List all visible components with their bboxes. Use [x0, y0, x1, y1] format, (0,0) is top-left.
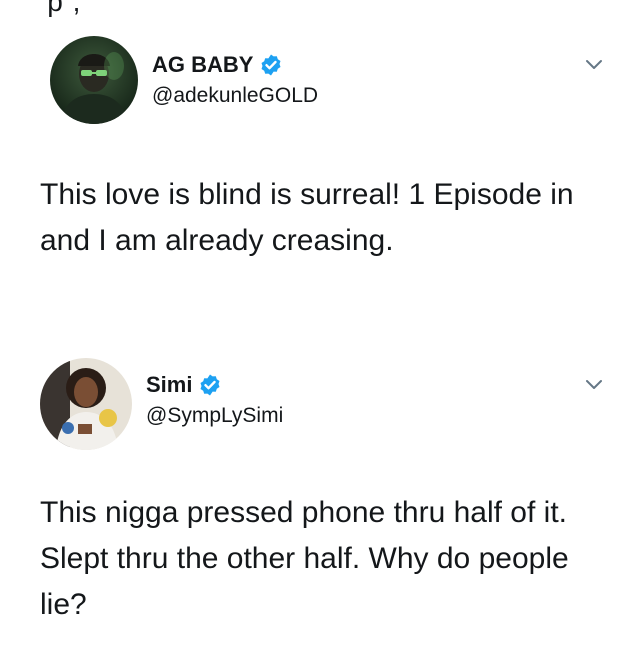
verified-badge-icon: [261, 54, 281, 76]
author-info[interactable]: Simi @SympLySimi: [146, 370, 283, 428]
avatar-photo-icon: [50, 36, 138, 124]
handle[interactable]: @adekunleGOLD: [152, 84, 318, 108]
handle[interactable]: @SympLySimi: [146, 404, 283, 428]
tweet-text: This love is blind is surreal! 1 Episode…: [40, 178, 574, 257]
chevron-down-icon[interactable]: [584, 378, 604, 392]
avatar[interactable]: [40, 358, 132, 450]
avatar-photo-icon: [40, 358, 132, 450]
verified-badge-icon: [200, 374, 220, 396]
chevron-down-icon[interactable]: [584, 58, 604, 72]
cropped-previous-text: ‘p ,: [40, 0, 82, 17]
display-name[interactable]: Simi: [146, 372, 192, 398]
author-info[interactable]: AG BABY @adekunleGOLD: [152, 50, 318, 108]
avatar[interactable]: [50, 36, 138, 124]
display-name[interactable]: AG BABY: [152, 52, 253, 78]
tweet-text: This nigga pressed phone thru half of it…: [40, 496, 569, 621]
